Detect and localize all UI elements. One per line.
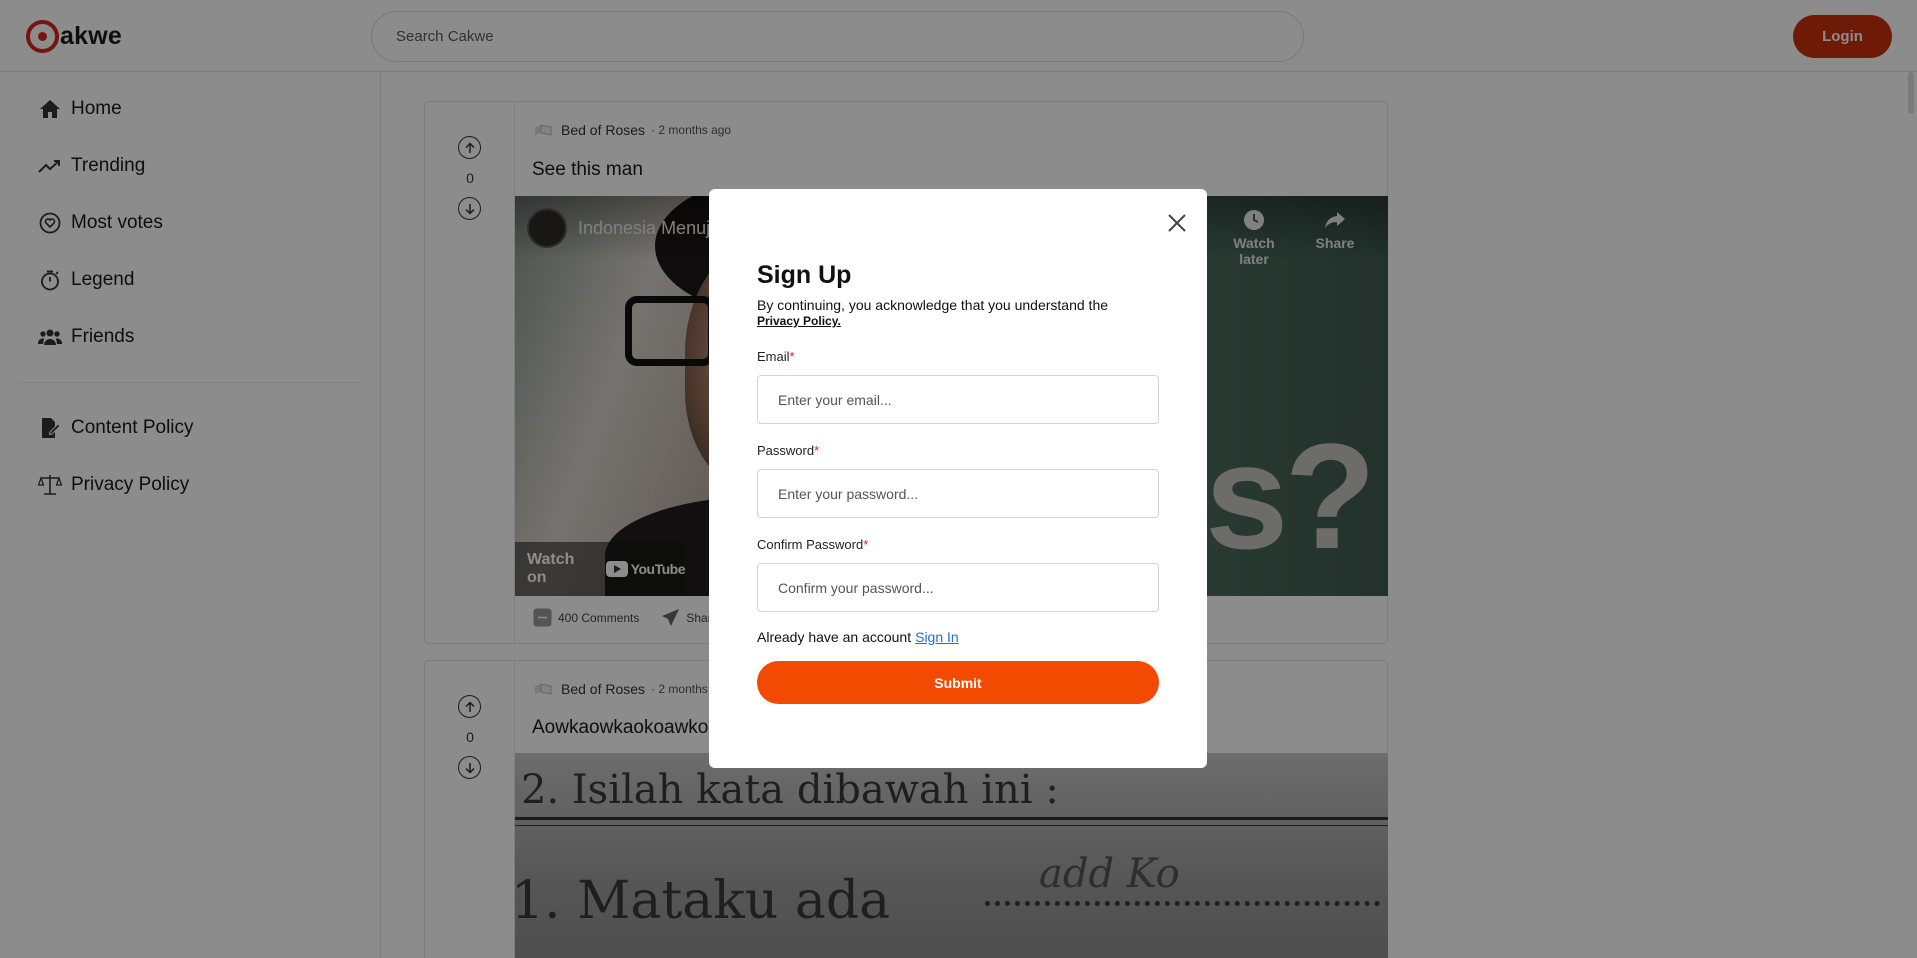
modal-title: Sign Up	[757, 261, 852, 289]
submit-button[interactable]: Submit	[757, 661, 1159, 704]
account-text: Already have an account	[757, 629, 912, 645]
close-icon	[1168, 214, 1186, 232]
modal-description: By continuing, you acknowledge that you …	[757, 298, 1167, 329]
email-label: Email*	[757, 349, 795, 364]
scrollbar-thumb[interactable]	[1908, 72, 1914, 114]
description-text: By continuing, you acknowledge that you …	[757, 297, 1109, 313]
signup-modal: Sign Up By continuing, you acknowledge t…	[709, 189, 1207, 768]
close-button[interactable]	[1163, 209, 1191, 237]
password-field[interactable]	[757, 469, 1159, 518]
privacy-policy-link[interactable]: Privacy Policy.	[757, 314, 841, 328]
confirm-password-label: Confirm Password*	[757, 537, 869, 552]
password-label: Password*	[757, 443, 820, 458]
confirm-password-field[interactable]	[757, 563, 1159, 612]
sign-in-link[interactable]: Sign In	[915, 629, 959, 645]
required-mark: *	[863, 537, 869, 552]
email-field[interactable]	[757, 375, 1159, 424]
required-mark: *	[789, 349, 795, 364]
account-prompt: Already have an account Sign In	[757, 629, 959, 645]
required-mark: *	[814, 443, 820, 458]
